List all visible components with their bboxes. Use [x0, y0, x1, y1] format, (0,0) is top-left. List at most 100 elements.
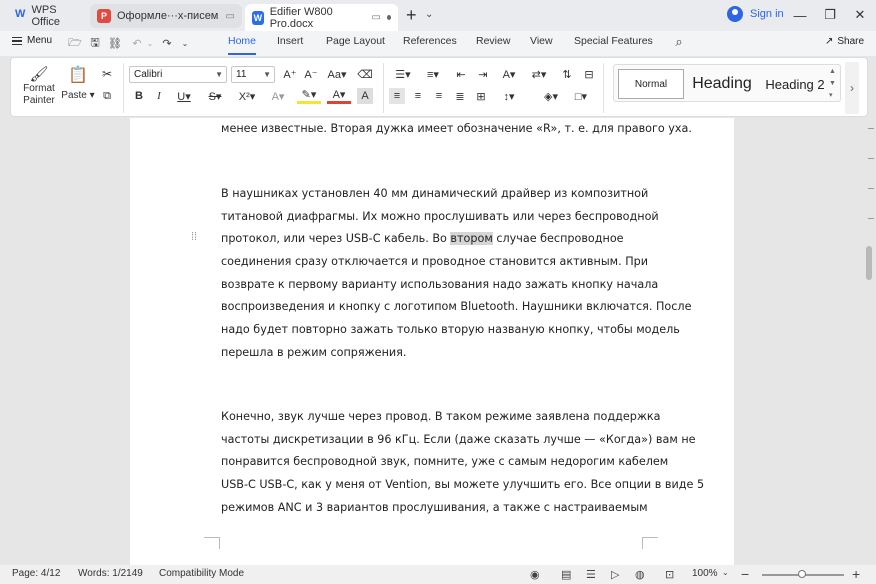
paste-button[interactable]: Paste ▾ — [61, 90, 95, 101]
char-shading-icon[interactable]: A — [357, 88, 373, 104]
share-button[interactable]: ↗ Share — [825, 36, 864, 47]
unsaved-dot-icon — [386, 15, 391, 20]
numbered-list-icon[interactable]: ≡▾ — [421, 66, 445, 82]
paragraph-2[interactable]: Конечно, звук лучше через провод. В тако… — [221, 406, 704, 519]
change-case-icon[interactable]: Aa▾ — [325, 66, 349, 82]
font-color-icon[interactable]: A▾ — [327, 88, 351, 104]
tab-document-2[interactable]: P Оформле···х-писем ▭ — [90, 4, 242, 28]
cut-icon[interactable]: ✂ — [99, 66, 115, 82]
tab-special-features[interactable]: Special Features — [574, 35, 653, 55]
document-page[interactable]: менее известные. Вторая дужка имеет обоз… — [130, 118, 734, 565]
copy-icon[interactable]: ⧉ — [99, 88, 115, 104]
font-size-value: 11 — [236, 69, 247, 80]
paste-icon[interactable]: 📋 — [67, 65, 89, 85]
new-tab-plus-icon[interactable]: + — [406, 6, 417, 24]
tab-view[interactable]: View — [530, 35, 553, 55]
style-heading[interactable]: Heading — [690, 69, 754, 99]
styles-scroll-arrows[interactable]: ▲ ▼ ▾ — [829, 66, 836, 102]
text-run: протокол, или через USB-C кабель. Во — [221, 232, 451, 246]
sort-icon[interactable]: ⇅ — [559, 66, 575, 82]
search-icon[interactable]: ⌕ — [672, 34, 686, 49]
chevron-down-icon[interactable]: ⌄ — [178, 36, 192, 50]
minimize-icon[interactable]: — — [790, 6, 810, 24]
play-icon[interactable]: ▷ — [611, 568, 619, 581]
zoom-out-icon[interactable]: − — [741, 566, 749, 582]
screen-icon[interactable]: ▭ — [226, 11, 235, 22]
fit-page-icon[interactable]: ⊡ — [665, 568, 674, 581]
screen-icon[interactable]: ▭ — [371, 12, 380, 23]
justify-icon[interactable]: ≣ — [452, 88, 468, 104]
zoom-slider-knob[interactable] — [798, 570, 806, 578]
compatibility-mode: Compatibility Mode — [159, 568, 245, 579]
paragraph-fragment[interactable]: менее известные. Вторая дужка имеет обоз… — [221, 118, 692, 141]
web-layout-icon[interactable]: ◍ — [635, 568, 645, 581]
line-spacing-icon[interactable]: ↕▾ — [497, 88, 521, 104]
sign-in-button[interactable]: Sign in — [727, 6, 784, 22]
zoom-in-icon[interactable]: + — [852, 566, 860, 582]
increase-font-icon[interactable]: A⁺ — [282, 66, 298, 82]
align-right-icon[interactable]: ≡ — [431, 88, 447, 104]
tab-review[interactable]: Review — [476, 35, 510, 55]
increase-indent-icon[interactable]: ⇥ — [475, 66, 491, 82]
bullet-list-icon[interactable]: ☰▾ — [391, 66, 415, 82]
vertical-scrollbar-thumb[interactable] — [866, 246, 872, 280]
tab-references[interactable]: References — [403, 35, 457, 55]
font-name-select[interactable]: Calibri ▼ — [129, 66, 227, 83]
text-effect-icon[interactable]: A▾ — [267, 88, 289, 104]
tab-home[interactable]: Home — [228, 35, 257, 55]
highlight-icon[interactable]: ✎▾ — [297, 88, 321, 104]
tab-label: Edifier W800 Pro.docx — [269, 5, 333, 30]
page-indicator[interactable]: Page: 4/12 — [12, 568, 60, 579]
zoom-level[interactable]: 100% — [692, 568, 718, 579]
chevron-down-icon[interactable]: ⌄ — [722, 568, 729, 577]
borders-icon[interactable]: □▾ — [569, 88, 593, 104]
tab-insert[interactable]: Insert — [277, 35, 303, 55]
print-layout-icon[interactable]: ▤ — [561, 568, 571, 581]
format-painter-icon[interactable]: 🖌 — [29, 65, 49, 83]
tab-wps-office[interactable]: WPS Office — [8, 4, 88, 28]
strikethrough-icon[interactable]: S▾ — [204, 88, 226, 104]
chevron-right-icon[interactable]: › — [845, 62, 859, 114]
superscript-icon[interactable]: X²▾ — [235, 88, 259, 104]
style-heading-2[interactable]: Heading 2 — [760, 69, 830, 99]
tab-document-active[interactable]: W Edifier W800 Pro.docx ▭ — [245, 4, 398, 31]
align-left-icon[interactable]: ≡ — [389, 88, 405, 104]
link-icon[interactable]: ⛓ — [108, 36, 122, 50]
open-folder-icon[interactable]: 🗁 — [68, 36, 82, 50]
selected-word[interactable]: втором — [450, 232, 493, 246]
decrease-font-icon[interactable]: A⁻ — [303, 66, 319, 82]
chevron-down-icon[interactable]: ⌄ — [425, 9, 433, 20]
show-marks-icon[interactable]: ⊟ — [581, 66, 597, 82]
share-icon: ↗ — [825, 36, 834, 47]
chevron-down-icon: ▼ — [263, 70, 271, 79]
distributed-icon[interactable]: ⊞ — [473, 88, 489, 104]
text-direction-icon[interactable]: A▾ — [497, 66, 521, 82]
tab-page-layout[interactable]: Page Layout — [326, 35, 385, 55]
eye-protection-icon[interactable]: ◉ — [530, 568, 540, 581]
save-icon[interactable]: 🖫 — [88, 36, 102, 50]
paragraph-1[interactable]: В наушниках установлен 40 мм динамически… — [221, 183, 691, 365]
decrease-indent-icon[interactable]: ⇤ — [453, 66, 469, 82]
redo-icon[interactable]: ↷ — [160, 36, 174, 50]
shading-icon[interactable]: ◈▾ — [539, 88, 563, 104]
text-line: титановой диафрагмы. Их можно прослушива… — [221, 209, 659, 223]
outline-view-icon[interactable]: ☰ — [586, 568, 596, 581]
chevron-down-icon[interactable]: ⌄ — [143, 36, 157, 50]
restore-icon[interactable]: ❐ — [820, 6, 840, 24]
style-normal[interactable]: Normal — [618, 69, 684, 99]
font-size-select[interactable]: 11 ▼ — [231, 66, 275, 83]
format-painter-button[interactable]: Format Painter — [19, 83, 59, 107]
clear-format-icon[interactable]: ⌫ — [357, 66, 373, 82]
text-line: менее известные. Вторая дужка имеет обоз… — [221, 122, 692, 135]
text-line: перешла в режим сопряжения. — [221, 345, 407, 359]
bold-icon[interactable]: B — [131, 88, 147, 104]
align-center-icon[interactable]: ≡ — [410, 88, 426, 104]
main-menu-button[interactable]: Menu — [12, 35, 52, 46]
word-count[interactable]: Words: 1/2149 — [78, 568, 143, 579]
italic-icon[interactable]: I — [151, 88, 167, 104]
underline-icon[interactable]: U▾ — [173, 88, 195, 104]
swap-icon[interactable]: ⇄▾ — [527, 66, 551, 82]
paragraph-drag-handle-icon[interactable]: ⁞⁞ — [191, 232, 199, 243]
undo-icon[interactable]: ↶ — [130, 36, 144, 50]
close-icon[interactable]: ✕ — [850, 6, 870, 24]
